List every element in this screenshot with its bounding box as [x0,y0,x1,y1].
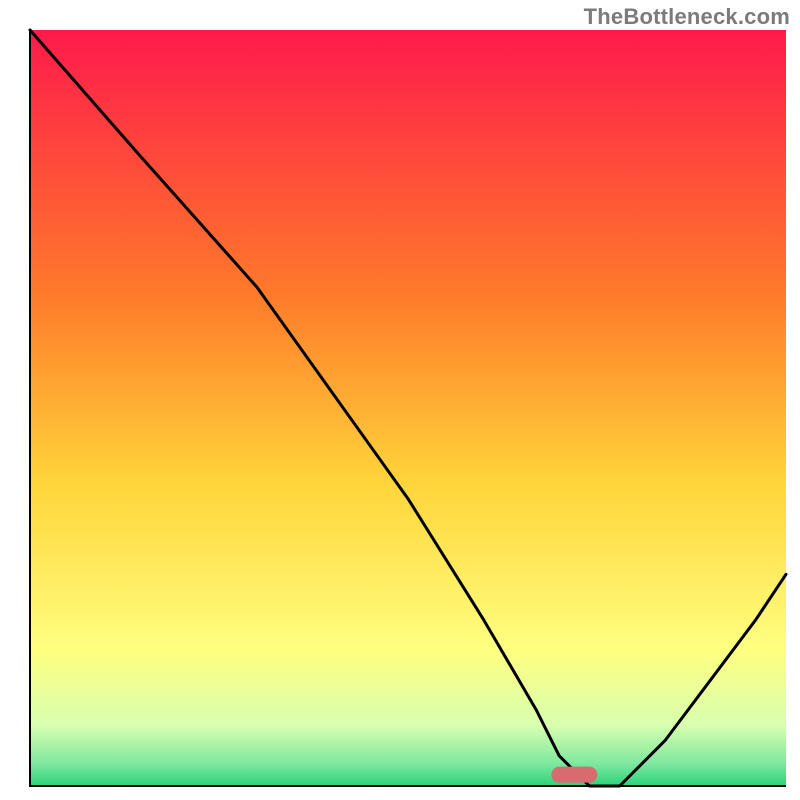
bottleneck-chart: TheBottleneck.com [0,0,800,800]
plot-svg [0,0,800,800]
plot-background [30,30,786,786]
optimal-marker [551,767,597,783]
